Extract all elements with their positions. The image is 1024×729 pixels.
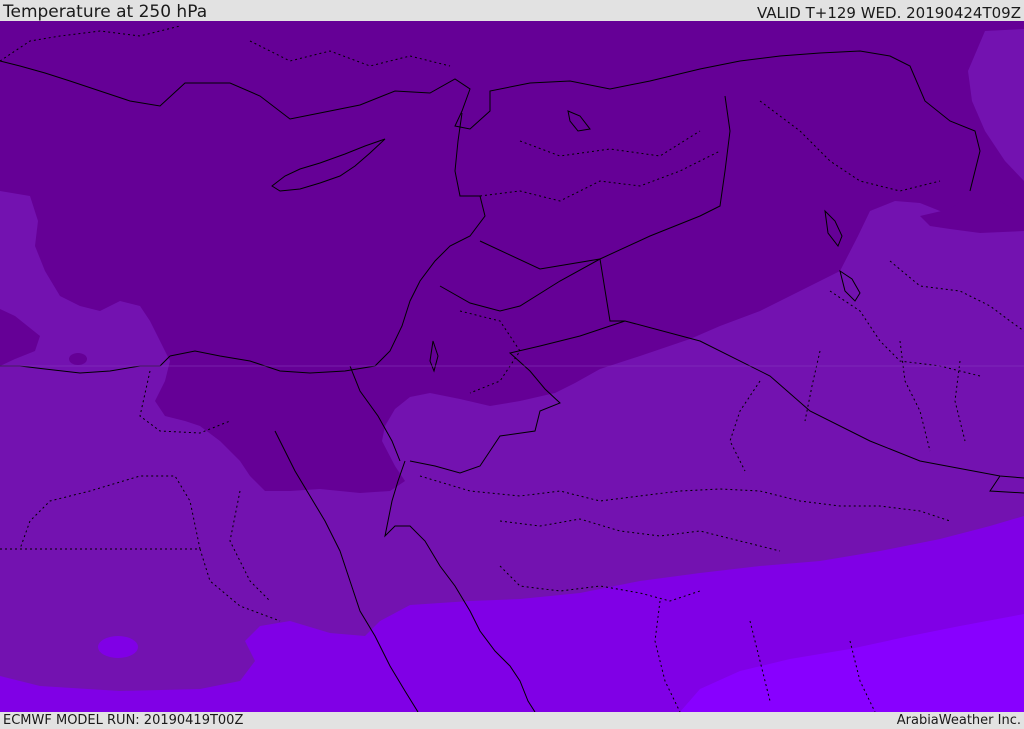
map-panel (0, 21, 1024, 712)
credit: ArabiaWeather Inc. (896, 713, 1021, 728)
temperature-cell-mid (98, 636, 138, 658)
map-title: Temperature at 250 hPa (3, 2, 208, 22)
valid-time: VALID T+129 WED. 20190424T09Z (756, 4, 1021, 22)
temperature-cell-small (69, 353, 87, 365)
model-run: ECMWF MODEL RUN: 20190419T00Z (3, 713, 244, 728)
top-bar: Temperature at 250 hPa VALID T+129 WED. … (0, 0, 1024, 21)
bottom-bar: ECMWF MODEL RUN: 20190419T00Z ArabiaWeat… (0, 712, 1024, 729)
temperature-map (0, 21, 1024, 712)
